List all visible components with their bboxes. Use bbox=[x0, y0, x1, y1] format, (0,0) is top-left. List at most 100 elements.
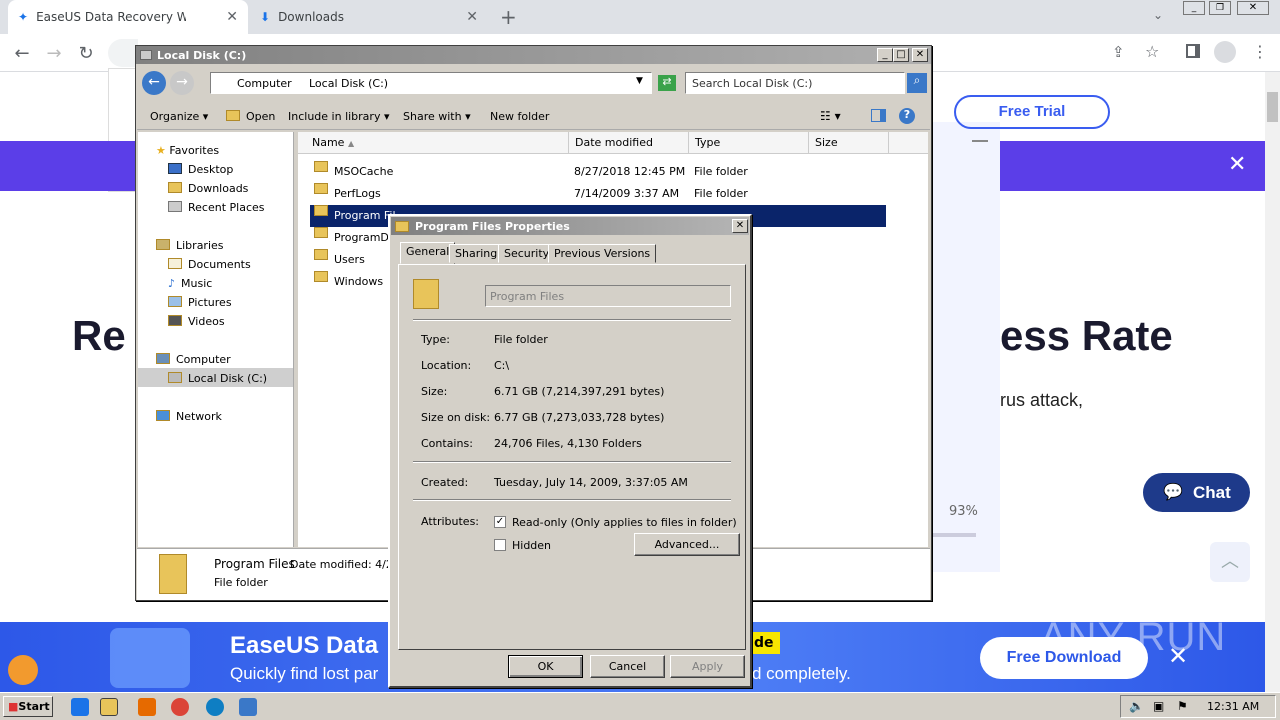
search-input[interactable]: Search Local Disk (C:) bbox=[685, 72, 905, 94]
breadcrumb-computer[interactable]: Computer bbox=[237, 77, 292, 90]
preview-pane-icon[interactable] bbox=[871, 109, 886, 122]
tab-sharing[interactable]: Sharing bbox=[449, 244, 504, 263]
file-name: Windows bbox=[334, 275, 384, 288]
media-player-icon[interactable] bbox=[138, 698, 156, 716]
organize-button[interactable]: Organize ▾ bbox=[150, 110, 208, 123]
profile-avatar-icon[interactable] bbox=[1214, 41, 1236, 63]
address-bar[interactable]: Computer Local Disk (C:) ▼ bbox=[210, 72, 652, 94]
back-arrow-icon[interactable]: ← bbox=[12, 43, 32, 64]
speaker-icon[interactable]: 🔈 bbox=[1129, 699, 1144, 713]
nav-music[interactable]: ♪ Music bbox=[168, 277, 212, 290]
size-on-disk-value: 6.77 GB (7,273,033,728 bytes) bbox=[494, 411, 665, 424]
file-row[interactable]: PerfLogs 7/14/2009 3:37 AM File folder bbox=[298, 183, 873, 205]
forward-arrow-icon[interactable]: → bbox=[44, 43, 64, 64]
column-size[interactable]: Size bbox=[809, 132, 889, 154]
flag-icon[interactable]: ⚑ bbox=[1177, 699, 1188, 713]
side-panel-icon[interactable] bbox=[1186, 44, 1200, 58]
address-dropdown-icon[interactable]: ▼ bbox=[636, 76, 643, 86]
edge-icon[interactable] bbox=[206, 698, 224, 716]
column-type[interactable]: Type bbox=[689, 132, 809, 154]
share-icon[interactable]: ⇪ bbox=[1112, 43, 1125, 61]
hidden-checkbox[interactable] bbox=[494, 539, 506, 551]
minimize-icon[interactable]: _ bbox=[877, 48, 893, 62]
nav-label: Computer bbox=[176, 353, 231, 366]
tab-previous-versions[interactable]: Previous Versions bbox=[548, 244, 657, 263]
column-date[interactable]: Date modified bbox=[569, 132, 689, 154]
nav-computer[interactable]: Computer bbox=[156, 353, 231, 366]
dialog-titlebar[interactable]: Program Files Properties bbox=[391, 217, 749, 235]
nav-downloads[interactable]: Downloads bbox=[168, 182, 248, 195]
new-folder-button[interactable]: New folder bbox=[490, 110, 549, 123]
back-arrow-icon[interactable]: ← bbox=[142, 71, 166, 95]
minimize-icon[interactable]: _ bbox=[1183, 1, 1205, 15]
folder-name-field[interactable]: Program Files bbox=[485, 285, 731, 307]
cookie-icon[interactable] bbox=[8, 655, 38, 685]
new-tab-button[interactable]: + bbox=[500, 5, 517, 29]
tab-downloads[interactable]: ⬇ Downloads ✕ bbox=[250, 0, 488, 34]
free-trial-button[interactable]: Free Trial bbox=[954, 95, 1110, 129]
nav-network[interactable]: Network bbox=[156, 410, 222, 423]
reload-icon[interactable]: ↻ bbox=[76, 43, 96, 64]
tab-search-chevron-icon[interactable]: ⌄ bbox=[1153, 8, 1163, 22]
restore-icon[interactable]: ❐ bbox=[1209, 1, 1231, 15]
omnibox[interactable] bbox=[108, 39, 138, 67]
include-library-button[interactable]: Include in library ▾ bbox=[288, 110, 389, 123]
nav-videos[interactable]: Videos bbox=[168, 315, 225, 328]
open-button[interactable]: Open bbox=[226, 110, 275, 123]
tab-row: General Sharing Security Previous Versio… bbox=[398, 242, 744, 265]
close-icon[interactable]: ✕ bbox=[732, 219, 748, 233]
tab-general[interactable]: General bbox=[400, 242, 456, 264]
refresh-icon[interactable]: ⇄ bbox=[658, 75, 676, 91]
scroll-top-icon[interactable]: ︿ bbox=[1210, 542, 1250, 582]
start-button[interactable]: ■Start bbox=[3, 696, 53, 717]
app-icon[interactable] bbox=[239, 698, 257, 716]
readonly-label[interactable]: Read-only (Only applies to files in fold… bbox=[512, 516, 737, 529]
nav-recent-places[interactable]: Recent Places bbox=[168, 201, 265, 214]
explorer-titlebar[interactable]: Local Disk (C:) bbox=[136, 46, 931, 64]
download-icon: ⬇ bbox=[260, 10, 271, 24]
nav-pictures[interactable]: Pictures bbox=[168, 296, 232, 309]
type-value: File folder bbox=[494, 333, 548, 346]
scrollbar-thumb[interactable] bbox=[1267, 92, 1278, 122]
file-row[interactable]: MSOCache 8/27/2018 12:45 PM File folder bbox=[298, 161, 873, 183]
network-tray-icon[interactable]: ▣ bbox=[1153, 699, 1164, 713]
view-options-icon[interactable]: ☷ ▾ bbox=[820, 109, 841, 123]
nav-favorites[interactable]: ★ Favorites bbox=[156, 144, 219, 157]
nav-documents[interactable]: Documents bbox=[168, 258, 251, 271]
ok-button[interactable]: OK bbox=[508, 655, 583, 678]
tab-easeus[interactable]: ✦ EaseUS Data Recovery Wizard Profe ✕ bbox=[8, 0, 248, 34]
share-with-button[interactable]: Share with ▾ bbox=[403, 110, 471, 123]
close-promo-icon[interactable]: ✕ bbox=[1228, 152, 1246, 177]
close-tab-icon[interactable]: ✕ bbox=[226, 9, 238, 25]
nav-libraries[interactable]: Libraries bbox=[156, 239, 224, 252]
close-icon[interactable]: ✕ bbox=[912, 48, 928, 62]
readonly-checkbox[interactable]: ✓ bbox=[494, 516, 506, 528]
chrome-icon[interactable] bbox=[171, 698, 189, 716]
search-icon[interactable]: ⌕ bbox=[907, 73, 927, 93]
minimize-widget-icon[interactable] bbox=[972, 140, 988, 142]
close-tab-icon[interactable]: ✕ bbox=[466, 9, 478, 25]
open-label: Open bbox=[246, 110, 276, 123]
advanced-button[interactable]: Advanced... bbox=[634, 533, 740, 556]
bookmark-star-icon[interactable]: ☆ bbox=[1145, 42, 1159, 61]
apply-button[interactable]: Apply bbox=[670, 655, 745, 678]
nav-local-disk[interactable]: Local Disk (C:) bbox=[168, 372, 267, 385]
tab-security[interactable]: Security bbox=[498, 244, 556, 263]
nav-label: Pictures bbox=[188, 296, 232, 309]
column-name[interactable]: Name ▲ bbox=[306, 132, 569, 154]
menu-kebab-icon[interactable]: ⋮ bbox=[1252, 42, 1268, 61]
maximize-icon[interactable]: □ bbox=[893, 48, 909, 62]
help-icon[interactable]: ? bbox=[899, 108, 915, 124]
cancel-button[interactable]: Cancel bbox=[590, 655, 665, 678]
close-window-icon[interactable]: ✕ bbox=[1237, 1, 1269, 15]
clock[interactable]: 12:31 AM bbox=[1207, 700, 1259, 713]
details-name: Program Files bbox=[214, 557, 295, 571]
hidden-label[interactable]: Hidden bbox=[512, 539, 551, 552]
page-scrollbar[interactable] bbox=[1265, 72, 1280, 692]
chat-button[interactable]: 💬 Chat bbox=[1143, 473, 1250, 512]
explorer-taskbar-icon[interactable] bbox=[100, 698, 118, 716]
nav-desktop[interactable]: Desktop bbox=[168, 163, 233, 176]
ie-icon[interactable] bbox=[71, 698, 89, 716]
forward-arrow-icon[interactable]: → bbox=[170, 71, 194, 95]
breadcrumb-local-disk[interactable]: Local Disk (C:) bbox=[309, 77, 388, 90]
